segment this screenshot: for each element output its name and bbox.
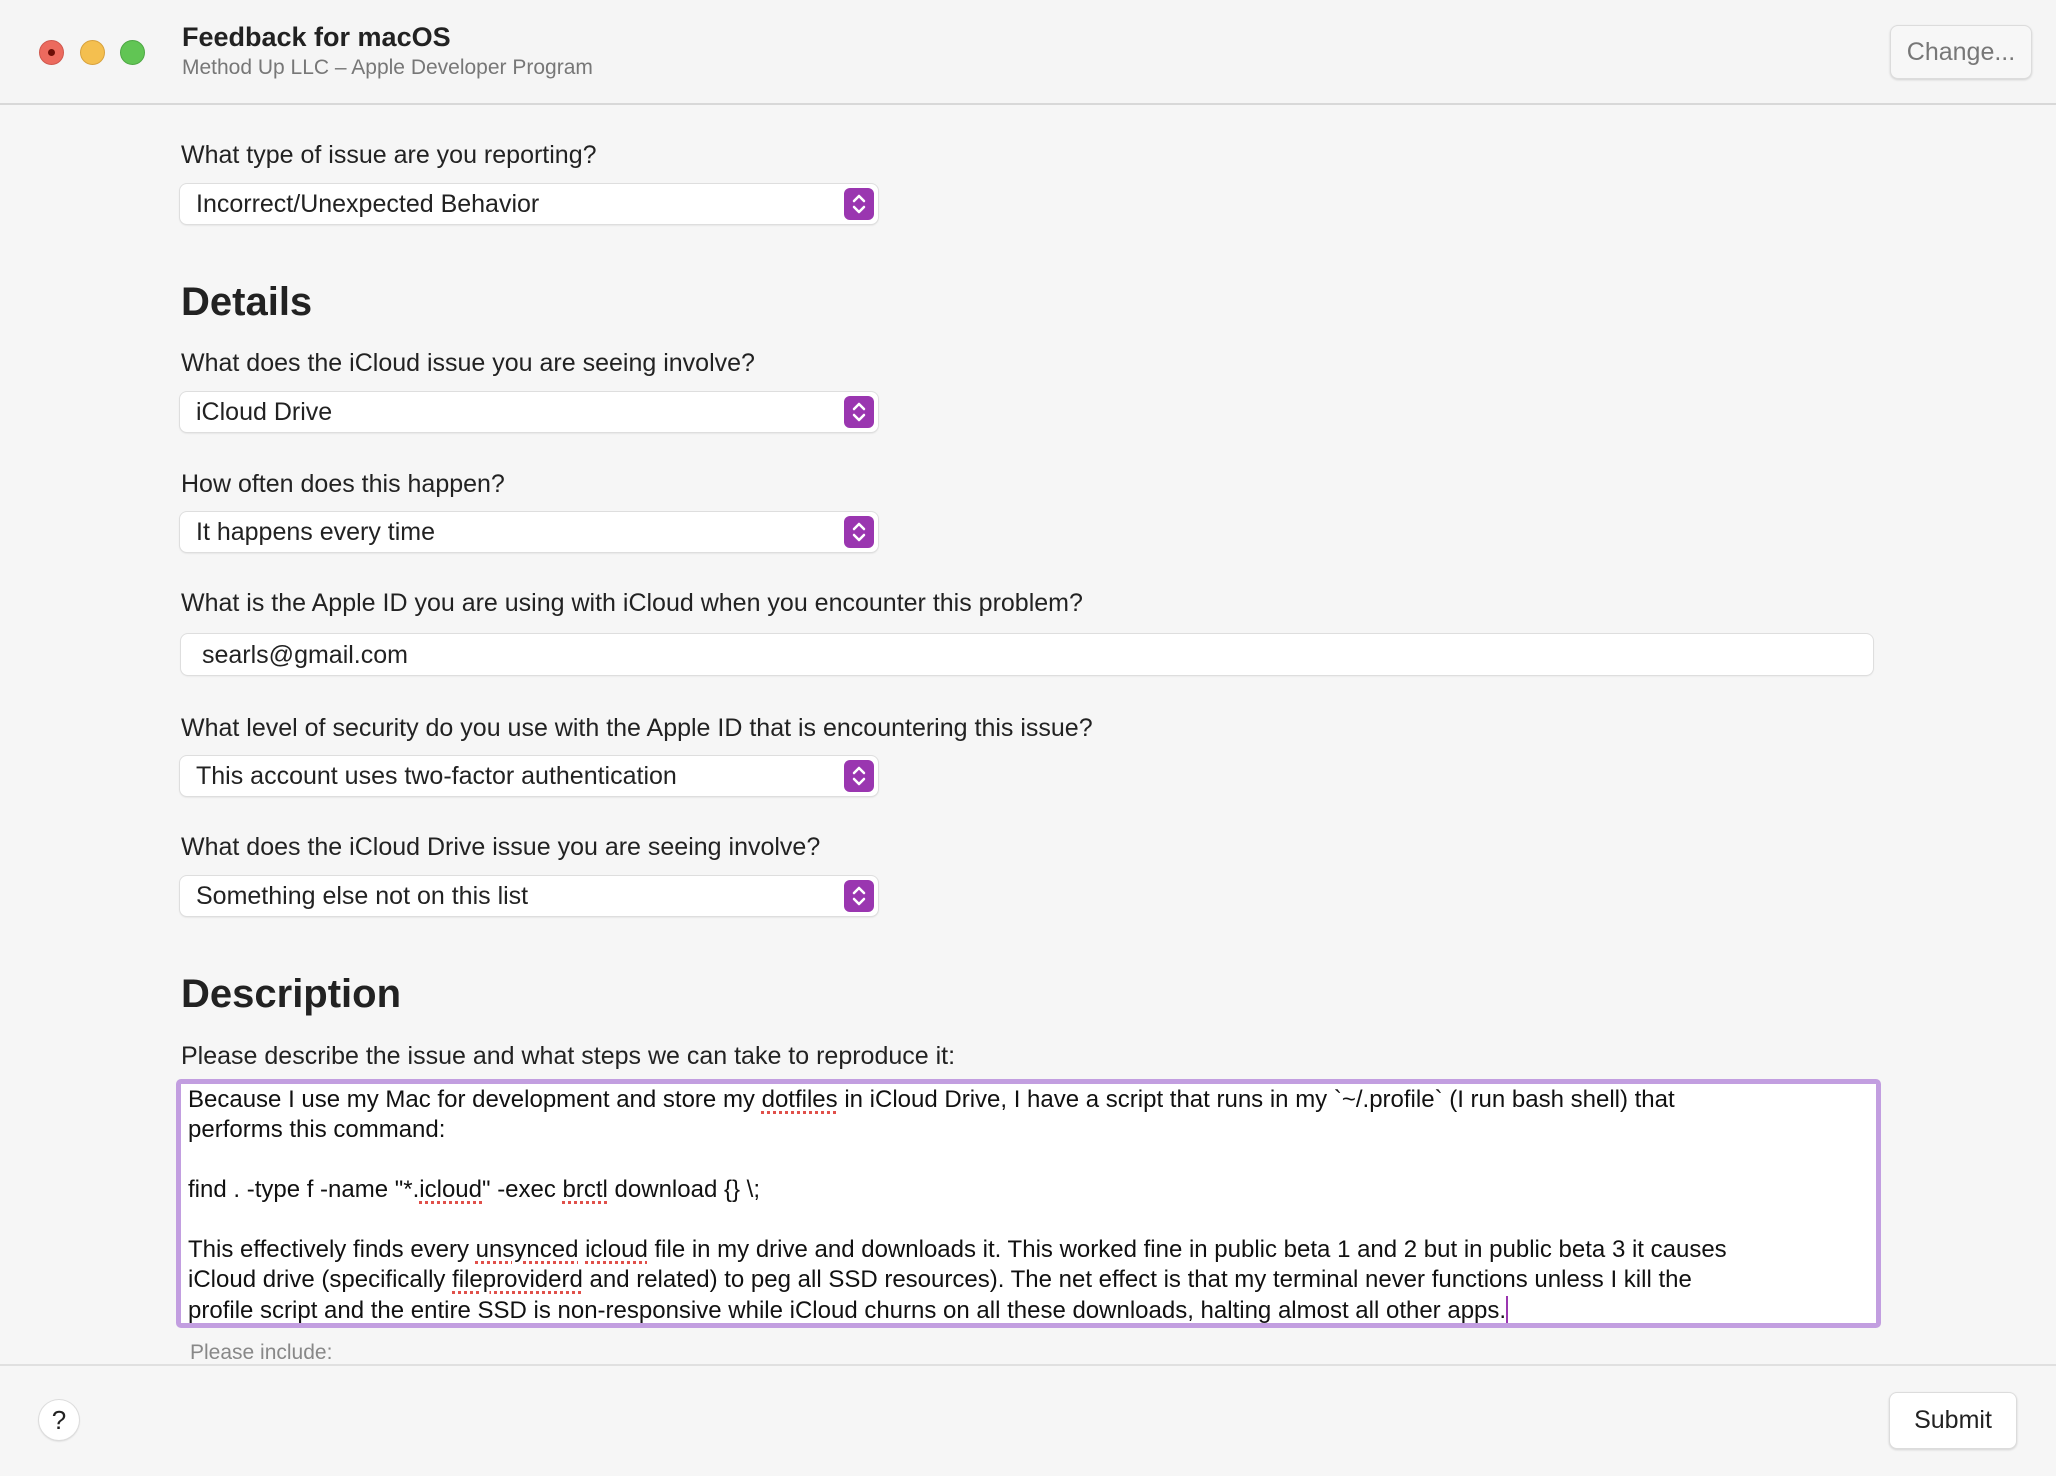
involve-label: What does the iCloud issue you are seein…: [181, 349, 755, 377]
input-value: searls@gmail.com: [202, 641, 408, 669]
description-textarea[interactable]: Because I use my Mac for development and…: [176, 1079, 1881, 1328]
description-hint: Please include:: [190, 1341, 333, 1364]
footer-divider: [0, 1364, 2056, 1366]
text-segment: and related) to peg all SSD resources). …: [582, 1266, 1692, 1293]
issue-type-label: What type of issue are you reporting?: [181, 141, 597, 169]
frequency-select[interactable]: It happens every time: [180, 512, 878, 552]
involve-select[interactable]: iCloud Drive: [180, 392, 878, 432]
description-line: iCloud drive (specifically fileproviderd…: [188, 1266, 1692, 1294]
text-segment: iCloud drive (specifically: [188, 1266, 453, 1293]
select-value: It happens every time: [196, 518, 436, 546]
window-subtitle: Method Up LLC – Apple Developer Program: [182, 56, 593, 79]
misspelled-word: dotfiles: [761, 1086, 838, 1113]
description-line: performs this command:: [188, 1116, 445, 1144]
text-segment: This effectively finds every: [188, 1236, 476, 1263]
title-bar: Feedback for macOS Method Up LLC – Apple…: [0, 0, 2056, 105]
close-window-button[interactable]: [39, 40, 64, 65]
chevron-up-down-icon: [844, 880, 874, 912]
text-segment: " -exec: [482, 1176, 563, 1203]
chevron-up-down-icon: [844, 516, 874, 548]
description-line: This effectively finds every unsynced ic…: [188, 1236, 1727, 1264]
change-button[interactable]: Change...: [1890, 25, 2032, 79]
security-select[interactable]: This account uses two-factor authenticat…: [180, 756, 878, 796]
description-line: Because I use my Mac for development and…: [188, 1086, 1675, 1114]
issue-type-select[interactable]: Incorrect/Unexpected Behavior: [180, 184, 878, 224]
chevron-up-down-icon: [844, 188, 874, 220]
apple-id-input[interactable]: searls@gmail.com: [181, 634, 1873, 675]
chevron-up-down-icon: [844, 760, 874, 792]
description-heading: Description: [181, 972, 402, 1016]
text-segment: find . -type f -name "*.: [188, 1176, 420, 1203]
submit-button[interactable]: Submit: [1889, 1392, 2017, 1449]
window-title: Feedback for macOS: [182, 22, 451, 52]
text-segment: in iCloud Drive, I have a script that ru…: [837, 1086, 1675, 1113]
zoom-window-button[interactable]: [120, 40, 145, 65]
security-label: What level of security do you use with t…: [181, 714, 1093, 742]
frequency-label: How often does this happen?: [181, 470, 505, 498]
description-label: Please describe the issue and what steps…: [181, 1042, 956, 1070]
text-segment: download {} \;: [607, 1176, 761, 1203]
chevron-up-down-icon: [844, 396, 874, 428]
text-segment: Because I use my Mac for development and…: [188, 1086, 762, 1113]
text-segment: performs this command:: [188, 1116, 446, 1143]
select-value: Incorrect/Unexpected Behavior: [196, 190, 540, 218]
text-caret: [1506, 1296, 1509, 1323]
minimize-window-button[interactable]: [80, 40, 105, 65]
misspelled-word: unsynced: [475, 1236, 579, 1263]
misspelled-word: fileproviderd: [452, 1266, 583, 1293]
drive-issue-label: What does the iCloud Drive issue you are…: [181, 833, 821, 861]
help-button[interactable]: ?: [39, 1400, 79, 1440]
misspelled-word: brctl: [562, 1176, 608, 1203]
description-line: profile script and the entire SSD is non…: [188, 1296, 1509, 1325]
select-value: iCloud Drive: [196, 398, 333, 426]
select-value: This account uses two-factor authenticat…: [196, 762, 677, 790]
details-heading: Details: [181, 280, 313, 324]
misspelled-word: icloud: [419, 1176, 482, 1203]
misspelled-word: icloud: [585, 1236, 648, 1263]
select-value: Something else not on this list: [196, 882, 529, 910]
apple-id-label: What is the Apple ID you are using with …: [181, 589, 1083, 617]
text-segment: profile script and the entire SSD is non…: [188, 1297, 1507, 1324]
description-line: find . -type f -name "*.icloud" -exec br…: [188, 1176, 760, 1204]
text-segment: file in my drive and downloads it. This …: [647, 1236, 1727, 1263]
drive-issue-select[interactable]: Something else not on this list: [180, 876, 878, 916]
